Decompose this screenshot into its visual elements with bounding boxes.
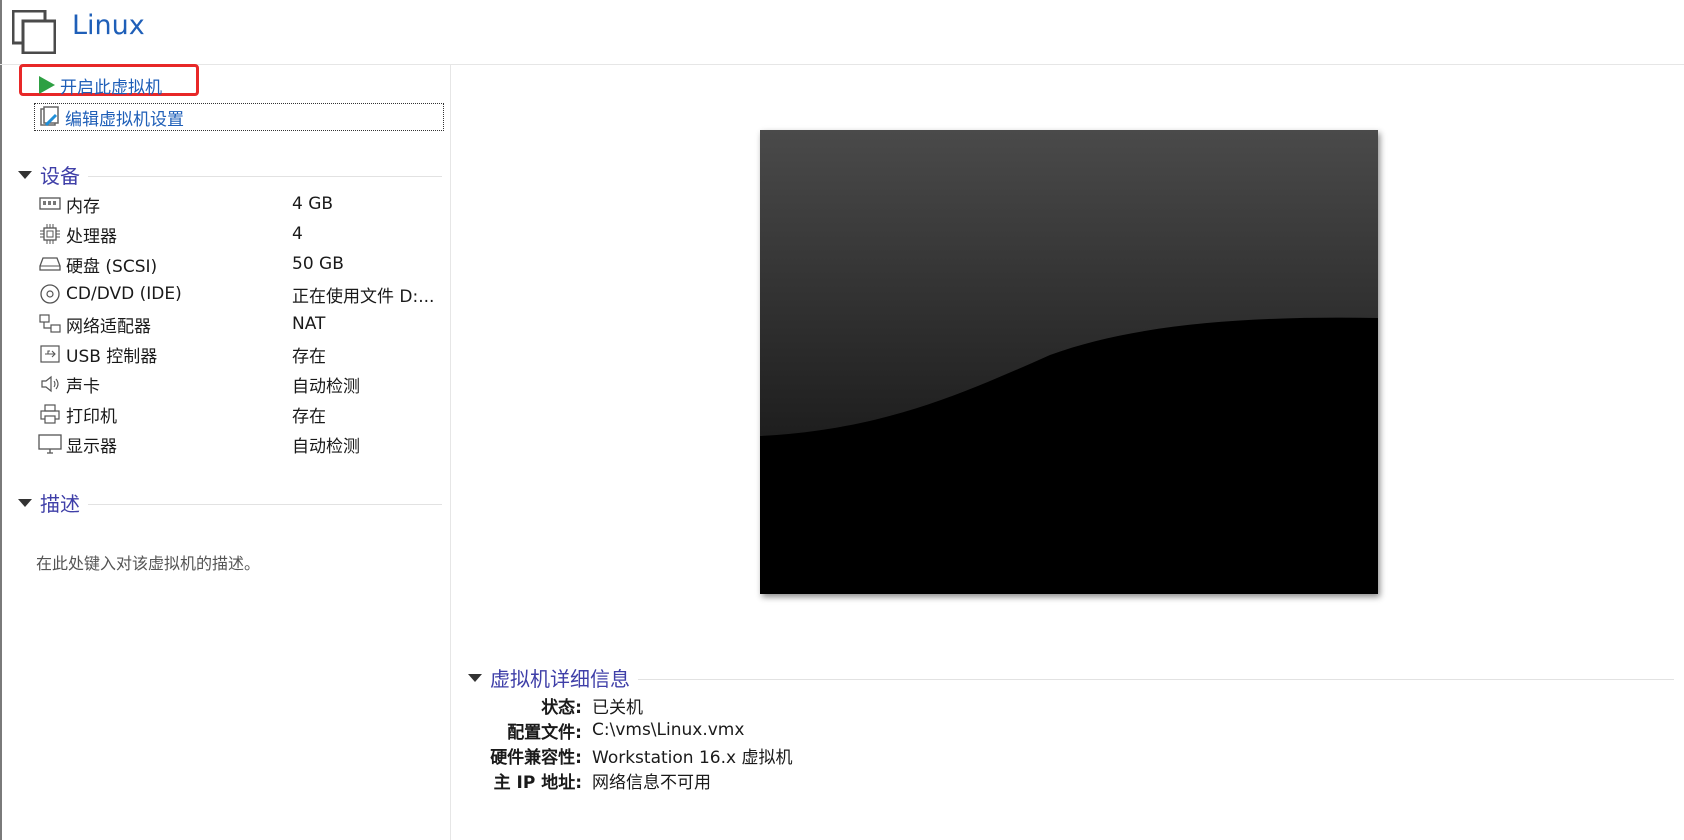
devices-section-title: 设备 (40, 164, 80, 188)
device-row-usb[interactable]: USB 控制器 存在 (38, 339, 438, 369)
device-name: 显示器 (66, 436, 117, 457)
processor-icon (38, 222, 62, 246)
collapse-triangle-icon (18, 170, 32, 179)
usb-icon (38, 342, 62, 366)
description-section-title: 描述 (40, 492, 80, 516)
speaker-icon (38, 372, 62, 396)
devices-section-header[interactable]: 设备 (18, 160, 442, 189)
section-divider (638, 679, 1674, 680)
device-value: 存在 (292, 406, 326, 427)
device-row-sound[interactable]: 声卡 自动检测 (38, 369, 438, 399)
device-row-memory[interactable]: 内存 4 GB (38, 189, 438, 219)
device-value: 正在使用文件 D:... (292, 286, 435, 307)
detail-key: 状态: (541, 697, 582, 718)
device-name: 内存 (66, 196, 100, 217)
detail-row-compatibility: 硬件兼容性: Workstation 16.x 虚拟机 (468, 743, 793, 768)
cdrom-icon (38, 282, 62, 306)
device-value: NAT (292, 314, 326, 334)
collapse-triangle-icon (18, 498, 32, 507)
edit-settings-button[interactable]: 编辑虚拟机设置 (34, 103, 444, 131)
harddisk-icon (38, 252, 62, 276)
device-row-network[interactable]: 网络适配器 NAT (38, 309, 438, 339)
device-value: 存在 (292, 346, 326, 367)
memory-icon (38, 192, 62, 216)
power-on-button[interactable]: 开启此虚拟机 (36, 71, 162, 99)
device-name: 声卡 (66, 376, 100, 397)
detail-key: 配置文件: (507, 722, 582, 743)
detail-row-config-file: 配置文件: C:\vms\Linux.vmx (468, 718, 745, 743)
left-panel: 开启此虚拟机 编辑虚拟机设置 设备 内存 4 GB 处理器 4 硬盘 (SCSI… (2, 64, 451, 840)
device-name: 硬盘 (SCSI) (66, 256, 158, 277)
edit-settings-icon (40, 106, 59, 127)
device-name: USB 控制器 (66, 346, 158, 367)
device-row-printer[interactable]: 打印机 存在 (38, 399, 438, 429)
description-section-header[interactable]: 描述 (18, 488, 442, 517)
detail-row-ip-address: 主 IP 地址: 网络信息不可用 (468, 768, 711, 793)
device-name: 网络适配器 (66, 316, 151, 337)
device-value: 4 (292, 224, 303, 244)
detail-value: Workstation 16.x 虚拟机 (592, 747, 793, 768)
device-row-harddisk[interactable]: 硬盘 (SCSI) 50 GB (38, 249, 438, 279)
device-value: 自动检测 (292, 436, 360, 457)
device-row-display[interactable]: 显示器 自动检测 (38, 429, 438, 459)
device-value: 4 GB (292, 194, 334, 214)
detail-value: 已关机 (592, 697, 643, 718)
detail-key: 主 IP 地址: (493, 772, 582, 793)
collapse-triangle-icon (468, 673, 482, 682)
device-name: 处理器 (66, 226, 117, 247)
detail-key: 硬件兼容性: (490, 747, 582, 768)
printer-icon (38, 402, 62, 426)
vm-header: Linux (0, 0, 1684, 65)
device-value: 50 GB (292, 254, 344, 274)
device-row-cdrom[interactable]: CD/DVD (IDE) 正在使用文件 D:... (38, 279, 438, 309)
device-name: 打印机 (66, 406, 117, 427)
edit-settings-label: 编辑虚拟机设置 (65, 109, 184, 130)
network-adapter-icon (38, 312, 62, 336)
vm-title: Linux (72, 10, 145, 41)
monitor-icon (38, 432, 62, 456)
detail-row-state: 状态: 已关机 (468, 693, 643, 718)
power-on-label: 开启此虚拟机 (60, 77, 162, 98)
vm-details-section-header[interactable]: 虚拟机详细信息 (468, 663, 1674, 692)
vm-screen-preview[interactable] (760, 130, 1378, 594)
section-divider (88, 176, 442, 177)
detail-value: 网络信息不可用 (592, 772, 711, 793)
description-placeholder[interactable]: 在此处键入对该虚拟机的描述。 (36, 550, 260, 574)
device-row-processor[interactable]: 处理器 4 (38, 219, 438, 249)
play-icon (39, 76, 55, 94)
vm-logo-icon (12, 10, 56, 54)
vm-details-title: 虚拟机详细信息 (490, 667, 630, 691)
device-name: CD/DVD (IDE) (66, 284, 182, 304)
section-divider (88, 504, 442, 505)
detail-value: C:\vms\Linux.vmx (592, 720, 745, 740)
device-value: 自动检测 (292, 376, 360, 397)
